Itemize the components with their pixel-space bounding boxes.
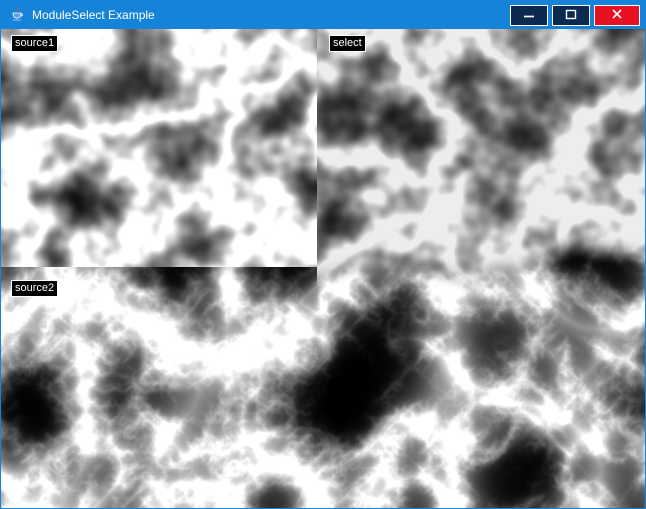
label-source2: source2 <box>11 280 58 297</box>
window-title: ModuleSelect Example <box>32 1 510 29</box>
source1-noise-canvas <box>1 29 317 267</box>
close-button[interactable] <box>594 5 640 26</box>
window-controls <box>510 5 645 26</box>
close-icon <box>611 8 623 23</box>
label-select: select <box>329 35 366 52</box>
java-cup-icon <box>9 7 25 23</box>
render-area: source1 select source2 <box>1 29 645 508</box>
maximize-button[interactable] <box>552 5 590 26</box>
maximize-icon <box>565 8 577 23</box>
app-window: ModuleSelect Example source1 se <box>0 0 646 509</box>
label-source1: source1 <box>11 35 58 52</box>
minimize-icon <box>523 8 535 23</box>
source2-noise-canvas <box>1 267 317 508</box>
minimize-button[interactable] <box>510 5 548 26</box>
titlebar[interactable]: ModuleSelect Example <box>1 1 645 29</box>
